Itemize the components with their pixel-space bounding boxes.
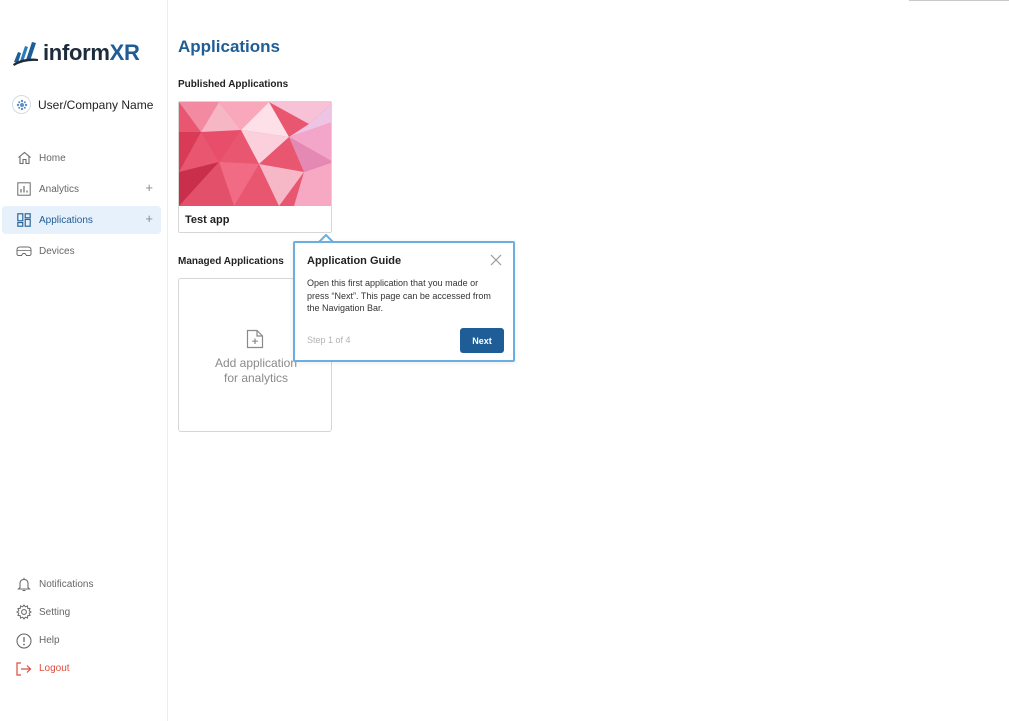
- app-name: Test app: [185, 214, 230, 226]
- avatar-icon: [16, 99, 27, 110]
- managed-section-title: Managed Applications: [178, 256, 284, 267]
- sidebar-nav: Home Analytics + Applications + Devices: [2, 144, 161, 268]
- avatar: [12, 95, 31, 114]
- expand-analytics-button[interactable]: +: [145, 181, 153, 195]
- popover-body: Open this first application that you mad…: [307, 278, 491, 313]
- page-title: Applications: [178, 37, 281, 56]
- analytics-icon: [16, 181, 32, 197]
- close-icon[interactable]: [489, 253, 503, 267]
- sidebar-item-logout[interactable]: Logout: [2, 655, 161, 683]
- devices-icon: [16, 243, 32, 259]
- add-file-icon: [246, 329, 264, 349]
- popover-title: Application Guide: [307, 255, 402, 267]
- sidebar-item-help[interactable]: Help: [2, 627, 161, 655]
- home-icon: [16, 150, 32, 166]
- sidebar-item-notifications[interactable]: Notifications: [2, 570, 161, 598]
- sidebar: informXR User/Company Name Home Analytic…: [0, 0, 168, 721]
- logo-text: informXR: [43, 40, 140, 65]
- sidebar-item-analytics[interactable]: Analytics +: [2, 175, 161, 203]
- step-indicator: Step 1 of 4: [307, 335, 351, 345]
- sidebar-item-devices[interactable]: Devices: [2, 237, 161, 265]
- expand-applications-button[interactable]: +: [145, 212, 153, 226]
- sidebar-item-label: Help: [39, 635, 60, 647]
- logo-mark-icon: [13, 42, 38, 66]
- sidebar-item-label: Home: [39, 152, 66, 164]
- application-guide-popover: Application Guide Open this first applic…: [293, 241, 515, 362]
- sidebar-item-label: Analytics: [39, 183, 80, 195]
- app-thumbnail: [179, 102, 331, 206]
- sidebar-item-setting[interactable]: Setting: [2, 598, 161, 626]
- next-button[interactable]: Next: [460, 328, 504, 353]
- sidebar-bottom-nav: Notifications Setting Help Logout: [2, 570, 161, 683]
- sidebar-item-label: Devices: [39, 245, 75, 257]
- sidebar-item-applications[interactable]: Applications +: [2, 206, 161, 234]
- sidebar-item-label: Applications: [39, 214, 93, 226]
- help-icon: [16, 633, 32, 649]
- gear-icon: [16, 604, 32, 621]
- bell-icon: [16, 576, 32, 592]
- logout-icon: [16, 661, 32, 677]
- user-name: User/Company Name: [38, 97, 154, 112]
- top-divider: [909, 0, 1009, 1]
- sidebar-item-label: Logout: [39, 663, 70, 675]
- sidebar-item-label: Notifications: [39, 578, 94, 590]
- sidebar-item-label: Setting: [39, 606, 71, 618]
- sidebar-item-home[interactable]: Home: [2, 144, 161, 172]
- app-card[interactable]: Test app: [178, 101, 332, 233]
- applications-icon: [16, 212, 32, 228]
- published-section-title: Published Applications: [178, 79, 289, 90]
- logo[interactable]: informXR: [12, 40, 140, 66]
- user-profile[interactable]: User/Company Name: [12, 95, 153, 114]
- app-root: informXR User/Company Name Home Analytic…: [0, 0, 1009, 721]
